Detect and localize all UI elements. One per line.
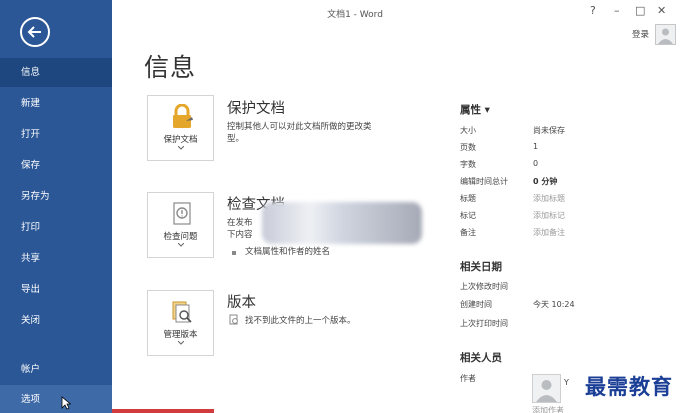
related-people-heading: 相关人员 — [460, 352, 502, 364]
inspect-line-1: 在发布 — [227, 218, 253, 228]
nav-item-account[interactable]: 帐户 — [0, 355, 112, 384]
back-arrow-icon[interactable] — [20, 17, 50, 47]
add-author-link[interactable]: 添加作者 — [532, 405, 564, 413]
backstage-nav: 信息 新建 打开 保存 另存为 打印 共享 导出 关闭 帐户 选项 — [0, 0, 112, 413]
nav-item-info[interactable]: 信息 — [0, 58, 112, 87]
mouse-cursor-icon — [61, 396, 71, 410]
blurred-region — [262, 202, 422, 244]
prop-value-comments[interactable]: 添加备注 — [533, 227, 565, 238]
manage-versions-label: 管理版本 — [163, 330, 198, 340]
nav-item-save-as[interactable]: 另存为 — [0, 182, 112, 211]
protect-document-label: 保护文档 — [163, 135, 198, 145]
chevron-down-icon — [178, 341, 184, 345]
bullet-marker — [232, 251, 236, 255]
inspect-document-label: 检查问题 — [163, 232, 198, 242]
prop-value-tags[interactable]: 添加标记 — [533, 210, 565, 221]
nav-item-export[interactable]: 导出 — [0, 275, 112, 304]
prop-label-edit-time: 编辑时间总计 — [460, 177, 508, 186]
user-avatar-icon[interactable] — [655, 24, 676, 45]
related-dates-heading: 相关日期 — [460, 261, 502, 273]
prop-value-pages: 1 — [533, 142, 539, 151]
prop-value-title[interactable]: 添加标题 — [533, 193, 565, 204]
red-highlight-strip — [112, 409, 214, 413]
window-title: 文档1 - Word — [327, 10, 383, 20]
prop-label-comments: 备注 — [460, 228, 476, 237]
author-name: Y — [564, 378, 569, 387]
prop-label-author: 作者 — [460, 374, 476, 383]
inspect-document-button[interactable]: 检查问题 — [147, 192, 214, 258]
restore-button[interactable]: □ — [635, 5, 645, 17]
signin-link[interactable]: 登录 — [632, 28, 649, 40]
protect-heading: 保护文档 — [227, 101, 285, 117]
versions-description: 找不到此文件的上一个版本。 — [245, 316, 356, 326]
prop-value-size: 尚未保存 — [533, 126, 565, 135]
chevron-down-icon — [178, 243, 184, 247]
page-title: 信息 — [144, 53, 197, 82]
prop-value-words: 0 — [533, 159, 539, 168]
nav-item-open[interactable]: 打开 — [0, 120, 112, 149]
nav-item-new[interactable]: 新建 — [0, 89, 112, 118]
prop-label-last-printed: 上次打印时间 — [460, 319, 508, 328]
prop-label-tags: 标记 — [460, 211, 476, 220]
manage-versions-icon — [172, 301, 192, 323]
prop-label-words: 字数 — [460, 160, 476, 169]
author-avatar-icon — [532, 374, 561, 403]
close-button[interactable]: ✕ — [657, 5, 666, 17]
prop-label-last-modified: 上次修改时间 — [460, 282, 508, 291]
nav-item-close[interactable]: 关闭 — [0, 306, 112, 335]
properties-heading[interactable]: 属性 ▾ — [460, 102, 490, 117]
versions-heading: 版本 — [227, 295, 256, 311]
lock-icon — [173, 104, 193, 128]
inspect-bullet-text: 文档属性和作者的姓名 — [245, 247, 331, 257]
document-small-icon — [229, 314, 238, 325]
prop-label-pages: 页数 — [460, 143, 476, 152]
inspect-document-icon — [173, 202, 191, 225]
prop-label-created: 创建时间 — [460, 300, 492, 309]
prop-label-title: 标题 — [460, 194, 476, 203]
nav-item-print[interactable]: 打印 — [0, 213, 112, 242]
chevron-down-icon — [178, 146, 184, 150]
prop-value-created: 今天 10:24 — [533, 300, 575, 309]
protect-description-cont: 型。 — [227, 134, 245, 144]
manage-versions-button[interactable]: 管理版本 — [147, 290, 214, 356]
watermark-logo: 最需教育 — [570, 370, 688, 404]
nav-item-save[interactable]: 保存 — [0, 151, 112, 180]
nav-item-options[interactable]: 选项 — [0, 385, 112, 413]
prop-value-edit-time: 0 分钟 — [533, 177, 558, 186]
inspect-line-2: 下内容 — [227, 230, 253, 240]
help-button[interactable]: ? — [590, 5, 596, 17]
nav-item-share[interactable]: 共享 — [0, 244, 112, 273]
prop-label-size: 大小 — [460, 126, 476, 135]
protect-document-button[interactable]: 保护文档 — [147, 95, 214, 161]
protect-description: 控制其他人可以对此文档所做的更改类 — [227, 122, 372, 132]
minimize-button[interactable]: – — [614, 5, 620, 17]
